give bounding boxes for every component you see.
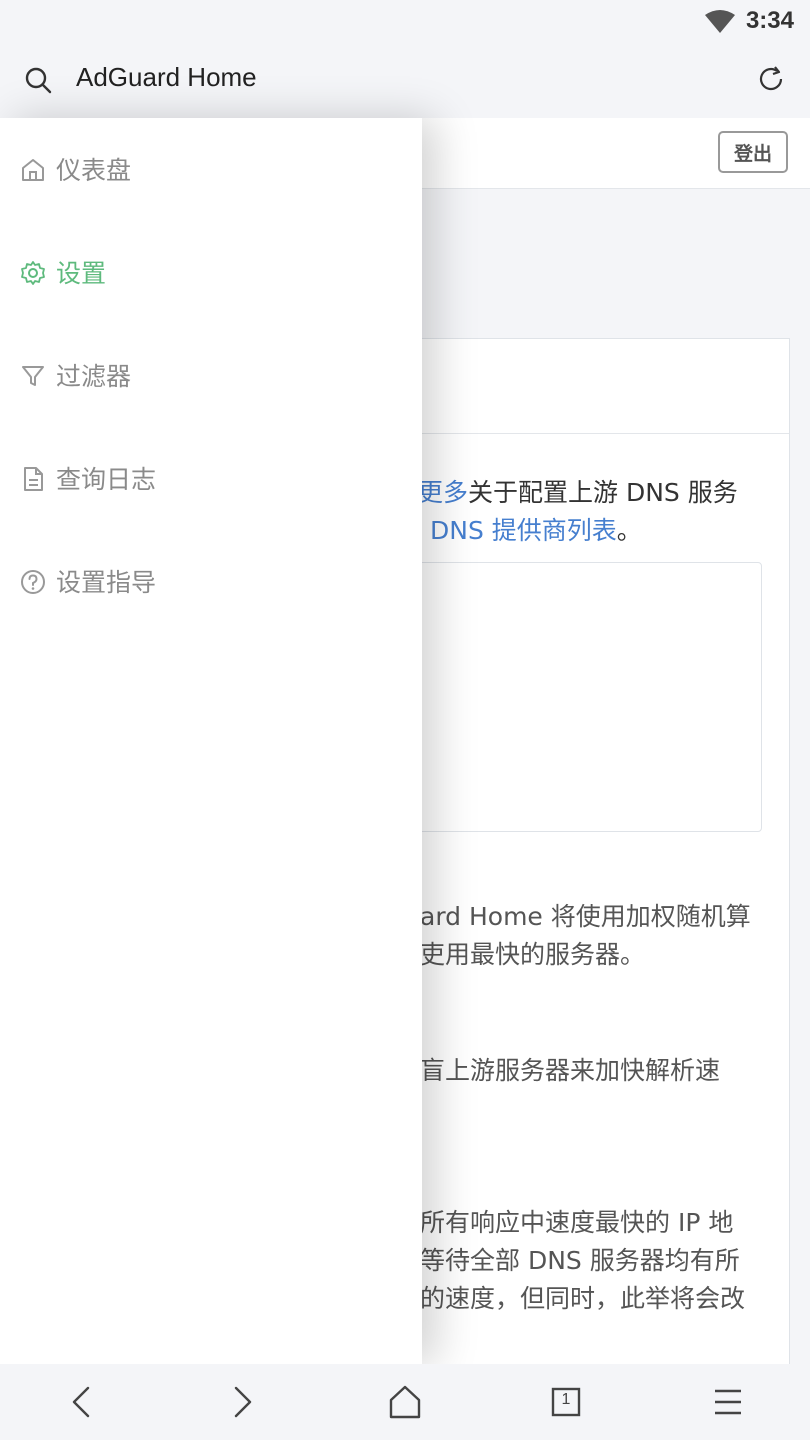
nav-label-settings: 设置 (56, 259, 107, 288)
learn-more-link[interactable]: 更多 (418, 478, 468, 507)
nav-label-dashboard: 仪表盘 (56, 156, 132, 185)
menu-icon[interactable] (708, 1382, 748, 1422)
wifi-icon (705, 10, 735, 33)
tabs-button[interactable]: 1 (546, 1382, 586, 1422)
forward-icon[interactable] (222, 1382, 262, 1422)
nav-label-filters: 过滤器 (56, 362, 132, 391)
nav-item-filters[interactable]: 过滤器 (0, 345, 422, 405)
back-icon[interactable] (62, 1382, 102, 1422)
dns-providers-link[interactable]: DNS 提供商列表 (430, 516, 617, 545)
refresh-icon[interactable] (756, 64, 786, 94)
nav-label-query-log: 查询日志 (56, 465, 157, 494)
nav-label-setup-guide: 设置指导 (56, 568, 157, 597)
load-balance-desc-2: 吏用最快的服务器。 (420, 940, 646, 969)
gear-icon (21, 261, 45, 285)
tab-count: 1 (561, 1391, 571, 1408)
nav-item-dashboard[interactable]: 仪表盘 (0, 139, 422, 199)
intro-text-1: 关于配置上游 DNS 服务 (468, 478, 738, 507)
intro-line-1: 更多关于配置上游 DNS 服务 (418, 474, 738, 512)
logout-button[interactable]: 登出 (718, 131, 788, 173)
load-balance-desc-1: ard Home 将使用加权随机算 (420, 902, 751, 931)
nav-drawer: 仪表盘 设置 过滤器 查询日志 设置指导 (0, 118, 422, 1364)
parallel-requests-desc: 盲上游服务器来加快解析速 (420, 1056, 721, 1085)
fastest-ip-desc-2: 等待全部 DNS 服务器均有所 (420, 1246, 740, 1275)
status-bar: 3:34 (0, 0, 810, 44)
nav-item-query-log[interactable]: 查询日志 (0, 448, 422, 508)
nav-item-settings[interactable]: 设置 (0, 242, 422, 302)
home-icon (22, 159, 44, 181)
browser-toolbar: AdGuard Home (0, 44, 810, 118)
nav-item-setup-guide[interactable]: 设置指导 (0, 551, 422, 611)
help-icon (21, 570, 45, 594)
intro-text-2: 。 (616, 516, 642, 545)
bottom-navigation-bar: 1 (0, 1364, 810, 1440)
search-icon[interactable] (24, 66, 52, 94)
home-icon[interactable] (385, 1382, 425, 1422)
fastest-ip-desc-3: 的速度，但同时，此举将会改 (420, 1284, 746, 1313)
intro-line-2: DNS 提供商列表。 (430, 512, 642, 550)
filter-icon (22, 366, 44, 386)
fastest-ip-desc-1: 所有响应中速度最快的 IP 地 (420, 1208, 734, 1237)
browser-title[interactable]: AdGuard Home (76, 62, 257, 93)
document-icon (24, 467, 43, 491)
status-time: 3:34 (745, 7, 794, 34)
